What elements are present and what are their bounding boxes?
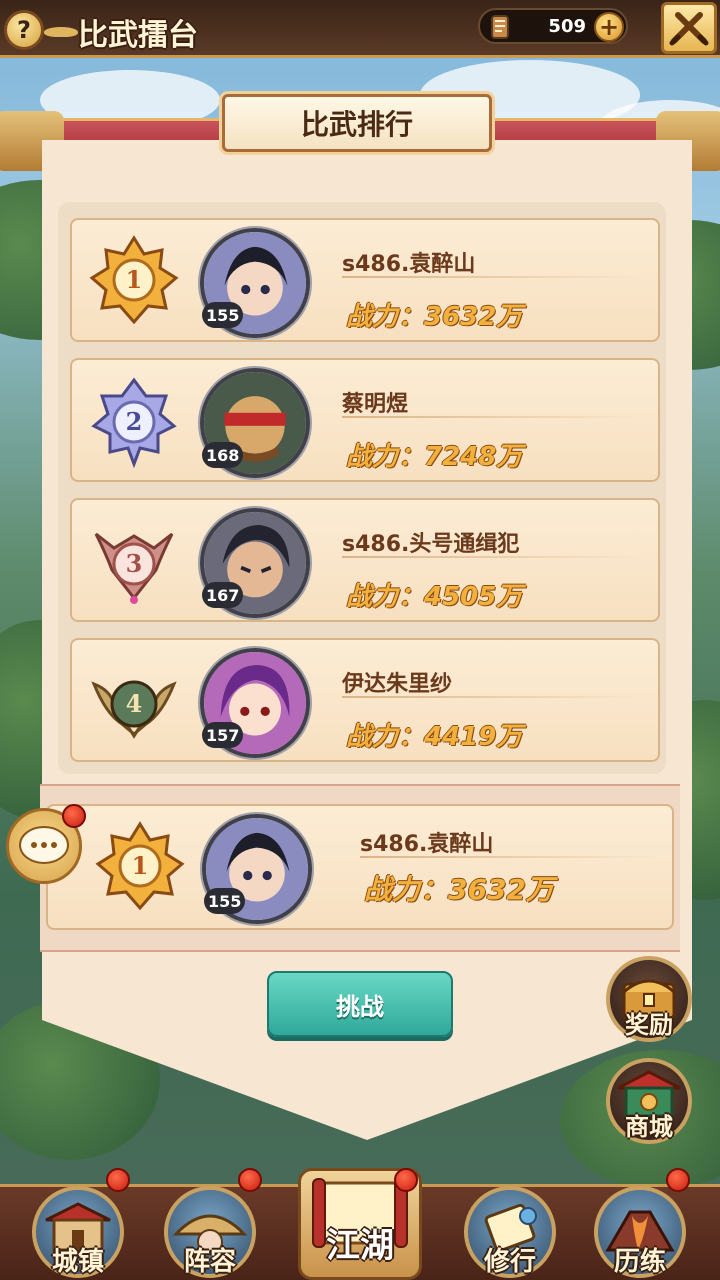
shop-label: 商城: [625, 1113, 673, 1141]
chat-notification-dot: [62, 804, 86, 828]
name-divider: [360, 856, 660, 858]
nav-lineup-label: 阵容: [183, 1247, 236, 1277]
section-title: 比武排行: [300, 108, 413, 141]
combat-power: 战力：4419万: [346, 722, 523, 752]
reward-label: 奖励: [625, 1011, 673, 1039]
combat-power: 战力：7248万: [346, 442, 523, 472]
shop-button[interactable]: 商城: [606, 1058, 692, 1144]
rank-number: 2: [126, 407, 143, 436]
player-name: 蔡明煜: [342, 392, 409, 417]
crossed-swords-icon: [669, 12, 709, 46]
help-icon: ?: [17, 16, 31, 44]
rank-row-4[interactable]: 4 157 伊达朱里纱 战力：4419万: [70, 638, 660, 762]
player-name: 伊达朱里纱: [342, 672, 453, 697]
currency-display: 509 +: [478, 8, 628, 44]
nav-trials[interactable]: 历练: [594, 1186, 686, 1278]
combat-power: 战力：4505万: [346, 582, 523, 612]
name-divider: [342, 696, 642, 698]
combat-power: 战力：3632万: [346, 302, 523, 332]
rank-row-2[interactable]: 2 168 蔡明煜 战力：7248万: [70, 358, 660, 482]
nav-training[interactable]: 修行: [464, 1186, 556, 1278]
rank-badge-1-icon: 1: [89, 235, 179, 325]
nav-training-label: 修行: [483, 1247, 536, 1277]
rank-number: 4: [126, 689, 143, 718]
player-level: 168: [202, 442, 244, 468]
town-notification-dot: [106, 1168, 130, 1192]
rank-number: 3: [126, 549, 143, 578]
add-currency-button[interactable]: +: [594, 12, 624, 42]
scroll-token-icon: [491, 15, 509, 39]
top-bar: ? 比武擂台 509 +: [0, 0, 720, 58]
player-level: 157: [202, 722, 244, 748]
player-level: 155: [204, 888, 246, 914]
nav-trials-label: 历练: [613, 1247, 666, 1277]
name-divider: [342, 416, 642, 418]
rank-badge-1-icon: 1: [95, 821, 185, 911]
plus-icon: +: [598, 13, 620, 41]
trials-notification-dot: [666, 1168, 690, 1192]
player-name: s486.袁醉山: [342, 252, 476, 277]
nav-town[interactable]: 城镇: [32, 1186, 124, 1278]
player-level: 167: [202, 582, 244, 608]
player-name: s486.袁醉山: [360, 832, 494, 857]
page-title: 比武擂台: [78, 18, 198, 53]
jianghu-notification-dot: [394, 1168, 418, 1192]
reward-button[interactable]: 奖励: [606, 956, 692, 1042]
rank-badge-2-icon: 2: [91, 377, 177, 469]
currency-value: 509: [548, 16, 586, 37]
combat-power: 战力：3632万: [364, 873, 554, 906]
rank-row-1[interactable]: 1 155 s486.袁醉山 战力：3632万: [70, 218, 660, 342]
name-divider: [342, 276, 642, 278]
player-level: 155: [202, 302, 244, 328]
rank-badge-4-icon: 4: [91, 680, 177, 739]
nav-town-label: 城镇: [51, 1247, 104, 1277]
title-cloud-decoration: [44, 27, 78, 37]
nav-jianghu-label: 江湖: [326, 1226, 394, 1266]
lineup-notification-dot: [238, 1168, 262, 1192]
ranking-list: 1 155 s486.袁醉山 战力：3632万 2 168 蔡明煜 战力：724…: [58, 202, 666, 774]
nav-lineup[interactable]: 阵容: [164, 1186, 256, 1278]
challenge-button[interactable]: 挑战: [267, 971, 453, 1037]
help-button[interactable]: ?: [4, 10, 44, 50]
rank-number: 1: [132, 851, 149, 880]
self-rank-row[interactable]: 1 155 s486.袁醉山 战力：3632万: [46, 804, 674, 930]
player-name: s486.头号通缉犯: [342, 532, 520, 557]
section-title-plate: 比武排行: [222, 94, 492, 152]
close-button[interactable]: [661, 2, 717, 54]
rank-badge-3-icon: 3: [94, 532, 174, 604]
name-divider: [342, 556, 642, 558]
rank-row-3[interactable]: 3 167 s486.头号通缉犯 战力：4505万: [70, 498, 660, 622]
rank-number: 1: [126, 265, 143, 294]
